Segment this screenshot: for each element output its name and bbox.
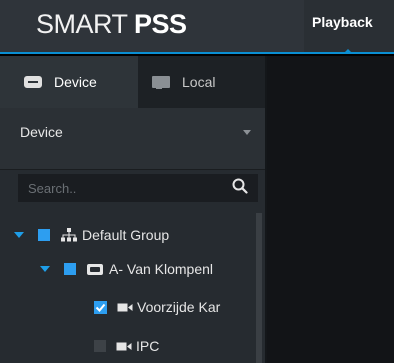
checkbox-unchecked[interactable] [94, 340, 106, 352]
tree-node-label: Default Group [82, 227, 170, 243]
brand-text-smart: SMART [36, 9, 135, 39]
search-icon[interactable] [232, 178, 248, 194]
checkbox-checked[interactable] [94, 300, 107, 314]
nvr-icon [87, 263, 103, 275]
brand-text-pss: PSS [134, 9, 187, 39]
tree-node-label: Voorzijde Kar [137, 299, 221, 315]
camera-icon [116, 342, 132, 350]
tree-node-camera-ipc[interactable]: IPC [94, 332, 159, 360]
checkbox-partial[interactable] [64, 263, 76, 275]
app-header: SMART PSS Playback [0, 0, 394, 54]
tab-playback[interactable]: Playback [304, 0, 394, 52]
playback-viewport[interactable] [267, 56, 394, 363]
smart-pss-window: SMART PSS Playback Device Local Device S… [0, 0, 394, 363]
tree-node-label: IPC [136, 338, 160, 354]
device-panel: Device Local Device Search.. Default Gro… [0, 56, 265, 363]
camera-icon [117, 303, 133, 311]
search-box [18, 174, 258, 202]
tree-node-nvr[interactable]: A- Van Klompenl [40, 255, 213, 283]
hdd-icon [24, 76, 42, 88]
chevron-down-icon [243, 130, 251, 135]
checkbox-partial[interactable] [38, 229, 50, 241]
tree-node-label: A- Van Klompenl [109, 261, 214, 277]
active-tab-indicator [343, 49, 353, 54]
checkmark-icon [95, 303, 106, 312]
expand-arrow-icon[interactable] [40, 266, 50, 272]
org-tree-icon [61, 228, 77, 242]
device-type-value: Device [20, 124, 63, 140]
tree-node-default-group[interactable]: Default Group [14, 221, 169, 249]
search-input[interactable] [28, 178, 218, 198]
tab-local[interactable]: Local [138, 56, 265, 108]
expand-arrow-icon[interactable] [14, 232, 24, 238]
device-type-select[interactable]: Device [0, 108, 265, 170]
tree-scrollbar[interactable] [256, 213, 262, 363]
tab-device-label: Device [54, 74, 97, 90]
tab-local-label: Local [182, 74, 216, 90]
panel-tabs: Device Local [0, 56, 265, 108]
app-logo: SMART PSS [36, 9, 187, 40]
tab-device[interactable]: Device [0, 56, 138, 108]
monitor-icon [152, 76, 170, 89]
tree-node-camera-voorzijde[interactable]: Voorzijde Kar [94, 293, 220, 321]
